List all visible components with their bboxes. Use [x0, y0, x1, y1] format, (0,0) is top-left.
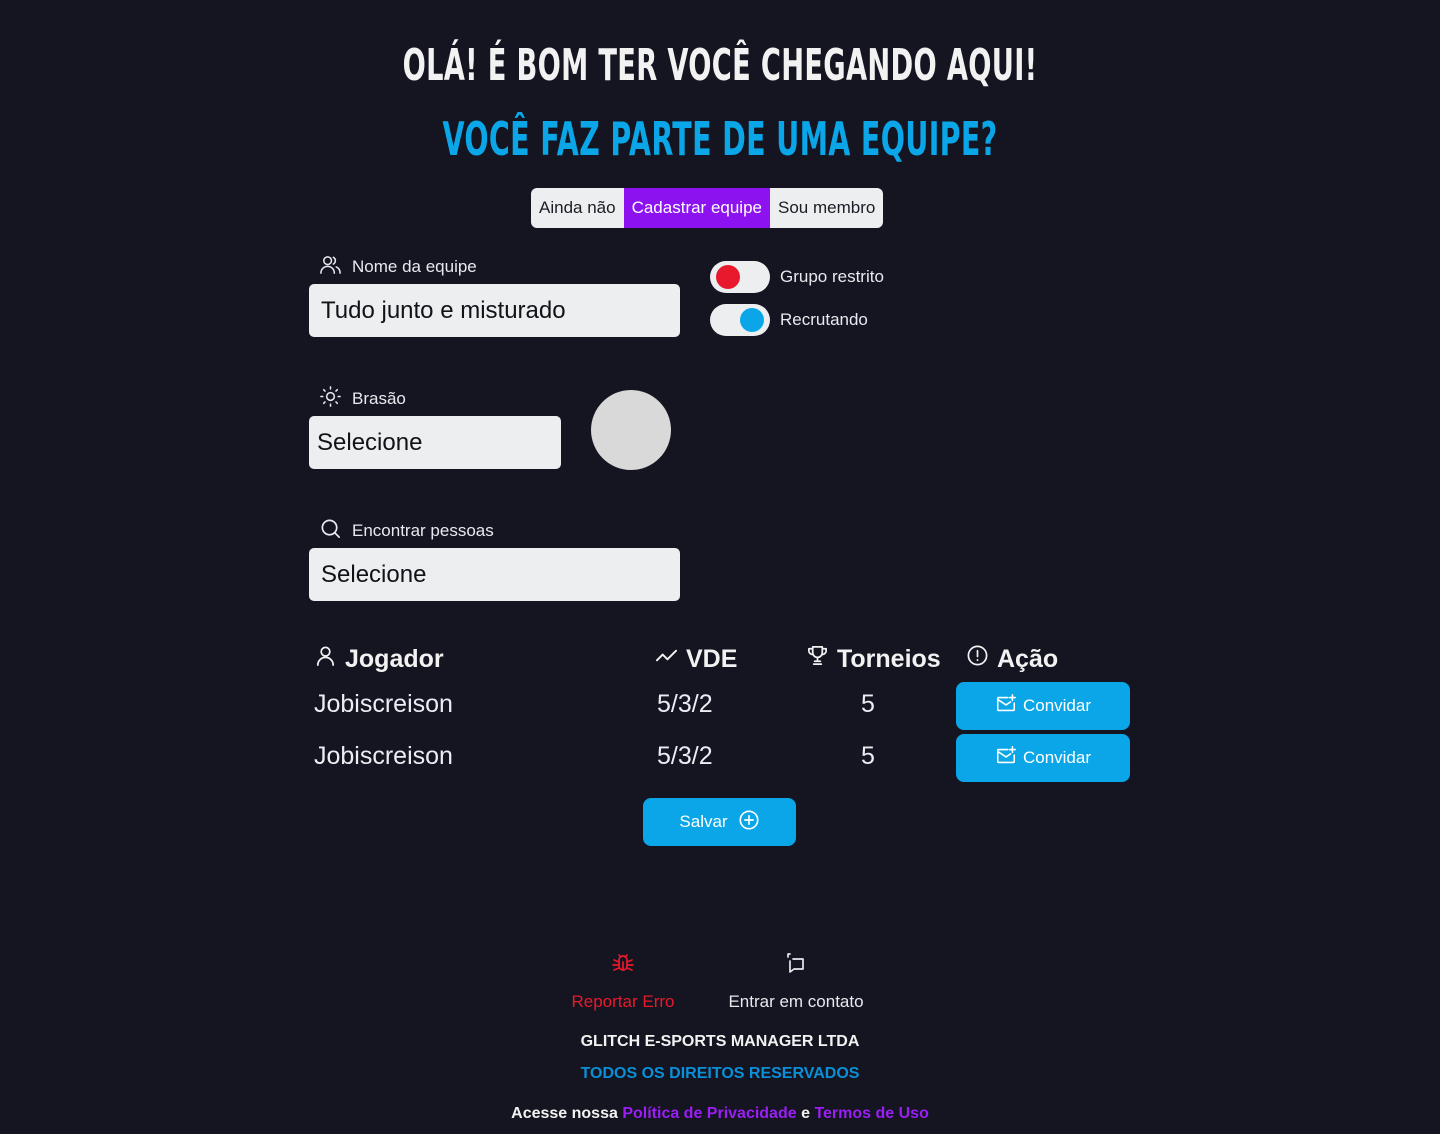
find-people-label-text: Encontrar pessoas: [352, 521, 494, 540]
privacy-policy-link[interactable]: Política de Privacidade: [622, 1105, 796, 1122]
recruiting-knob: [740, 308, 764, 332]
team-question-title: VOCÊ FAZ PARTE DE UMA EQUIPE?: [442, 112, 998, 166]
recruiting-toggle[interactable]: [710, 304, 770, 336]
company-name: GLITCH E-SPORTS MANAGER LTDA: [580, 1033, 860, 1050]
invite-button-label: Convidar: [1022, 696, 1092, 715]
table-header-tournaments: Torneios: [806, 644, 941, 674]
access-prefix: Acesse nossa: [511, 1105, 618, 1122]
sun-icon: [319, 385, 342, 413]
save-button[interactable]: Salvar: [643, 798, 796, 846]
users-icon: [319, 253, 342, 281]
greeting-title: OLÁ! É BOM TER VOCÊ CHEGANDO AQUI!: [402, 40, 1038, 91]
invite-button[interactable]: Convidar: [956, 734, 1130, 782]
crest-label-text: Brasão: [352, 389, 406, 408]
restricted-group-knob: [716, 265, 740, 289]
table-cell-tournaments: 5: [861, 742, 875, 770]
recruiting-label: Recrutando: [780, 310, 868, 329]
invite-button-label: Convidar: [1022, 748, 1092, 767]
search-icon: [319, 517, 342, 545]
option-member[interactable]: Sou membro: [770, 188, 883, 228]
page: OLÁ! É BOM TER VOCÊ CHEGANDO AQUI! VOCÊ …: [0, 0, 1440, 1134]
table-header-vde: VDE: [655, 644, 737, 674]
table-cell-player: Jobiscreison: [314, 742, 453, 770]
terms-of-use-link[interactable]: Termos de Uso: [814, 1105, 928, 1122]
option-not-yet[interactable]: Ainda não: [531, 188, 624, 228]
rights-reserved: TODOS OS DIREITOS RESERVADOS: [580, 1065, 860, 1082]
restricted-group-label: Grupo restrito: [780, 267, 884, 286]
team-name-label-text: Nome da equipe: [352, 257, 477, 276]
trophy-icon: [806, 644, 829, 674]
crest-label: Brasão: [319, 385, 406, 413]
table-header-player-text: Jogador: [345, 644, 444, 673]
team-name-label: Nome da equipe: [319, 253, 477, 281]
contact-label: Entrar em contato: [728, 992, 864, 1011]
table-header-action: Ação: [966, 644, 1058, 674]
table-header-action-text: Ação: [997, 644, 1059, 673]
option-register-team[interactable]: Cadastrar equipe: [623, 188, 770, 228]
table-header-player: Jogador: [314, 644, 444, 674]
mail-plus-icon: [995, 745, 1017, 772]
restricted-group-row: Grupo restrito: [710, 261, 884, 293]
alert-circle-icon: [966, 644, 989, 674]
recruiting-row: Recrutando: [710, 304, 868, 336]
crest-select[interactable]: Selecione: [309, 416, 561, 469]
legal-links: Acesse nossa Política de Privacidade e T…: [0, 1105, 1440, 1123]
table-cell-player: Jobiscreison: [314, 690, 453, 718]
message-icon: [784, 951, 808, 980]
save-button-label: Salvar: [679, 812, 728, 831]
report-error-label: Reportar Erro: [571, 992, 675, 1011]
crest-preview: [591, 390, 671, 470]
contact-link[interactable]: Entrar em contato: [720, 951, 872, 1012]
user-icon: [314, 644, 337, 674]
trend-icon: [655, 644, 678, 674]
table-cell-vde: 5/3/2: [657, 690, 713, 718]
table-header-tournaments-text: Torneios: [837, 644, 941, 673]
find-people-label: Encontrar pessoas: [319, 517, 494, 545]
table-header-vde-text: VDE: [686, 644, 738, 673]
restricted-group-toggle[interactable]: [710, 261, 770, 293]
find-people-select[interactable]: Selecione: [309, 548, 680, 601]
team-name-input[interactable]: Tudo junto e misturado: [309, 284, 680, 337]
plus-circle-icon: [738, 809, 760, 836]
report-error-link[interactable]: Reportar Erro: [566, 951, 680, 1012]
bug-icon: [611, 951, 635, 980]
team-status-selector: Ainda não Cadastrar equipe Sou membro: [531, 188, 884, 228]
invite-button[interactable]: Convidar: [956, 682, 1130, 730]
table-cell-vde: 5/3/2: [657, 742, 713, 770]
table-cell-tournaments: 5: [861, 690, 875, 718]
and-text: e: [801, 1105, 810, 1122]
mail-plus-icon: [995, 693, 1017, 720]
